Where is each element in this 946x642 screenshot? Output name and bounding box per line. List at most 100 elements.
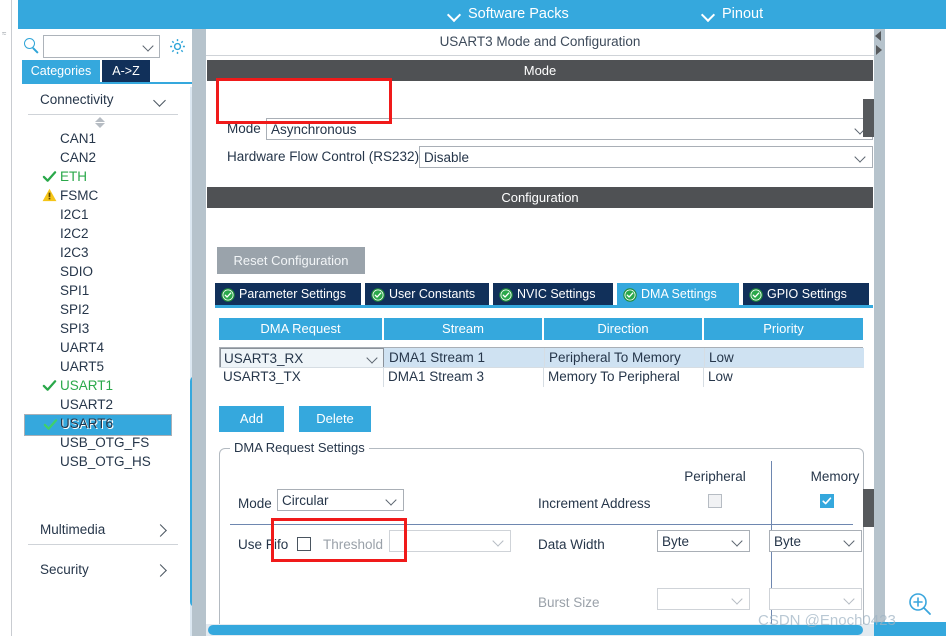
table-row[interactable]: USART3_TX DMA1 Stream 3 Memory To Periph… bbox=[219, 367, 863, 387]
tab-dma-settings[interactable]: DMA Settings bbox=[617, 283, 741, 305]
column-header-dma-request[interactable]: DMA Request bbox=[219, 318, 384, 340]
hardware-flow-control-value: Disable bbox=[424, 150, 470, 165]
search-input[interactable] bbox=[46, 37, 140, 56]
tree-item-usart6[interactable]: USART6 bbox=[22, 414, 188, 433]
tree-item-usb-otg-fs[interactable]: USB_OTG_FS bbox=[22, 433, 188, 452]
tree-item-label: I2C1 bbox=[60, 207, 89, 222]
search-box[interactable] bbox=[43, 35, 160, 58]
tree-item-i2c2[interactable]: I2C2 bbox=[22, 224, 188, 243]
caret-up-icon[interactable] bbox=[95, 117, 105, 122]
tab-user-constants[interactable]: User Constants bbox=[365, 283, 491, 305]
chevron-down-icon[interactable] bbox=[844, 595, 855, 606]
tab-gpio-settings[interactable]: GPIO Settings bbox=[743, 283, 869, 305]
tree-item-can2[interactable]: CAN2 bbox=[22, 148, 188, 167]
tree-group-security[interactable]: Security bbox=[22, 555, 188, 585]
data-width-memory-select[interactable]: Byte bbox=[769, 530, 862, 552]
gear-icon[interactable] bbox=[168, 37, 187, 56]
burst-size-peripheral-select[interactable] bbox=[657, 588, 750, 610]
tab-nvic-settings[interactable]: NVIC Settings bbox=[493, 283, 615, 305]
bottom-margin bbox=[0, 636, 946, 642]
tree-item-label: USB_OTG_FS bbox=[60, 435, 150, 450]
chevron-down-icon[interactable] bbox=[732, 595, 743, 606]
dma-request-cell[interactable]: USART3_TX bbox=[219, 367, 384, 387]
sidebar-tab-underline bbox=[22, 82, 192, 84]
caret-left-icon[interactable] bbox=[875, 31, 881, 41]
column-header-direction[interactable]: Direction bbox=[544, 318, 704, 340]
chevron-right-icon[interactable] bbox=[154, 565, 166, 577]
chevron-down-icon[interactable] bbox=[154, 95, 166, 107]
tree-item-usart2[interactable]: USART2 bbox=[22, 395, 188, 414]
tree-item-label: FSMC bbox=[60, 188, 99, 203]
hardware-flow-control-select[interactable]: Disable bbox=[419, 146, 873, 168]
tree-scroll-spinner[interactable] bbox=[22, 115, 188, 129]
caret-down-icon[interactable] bbox=[95, 123, 105, 128]
tree-item-label: I2C3 bbox=[60, 245, 89, 260]
chevron-down-icon[interactable] bbox=[855, 153, 866, 164]
tree-item-spi1[interactable]: SPI1 bbox=[22, 281, 188, 300]
tree-item-uart4[interactable]: UART4 bbox=[22, 338, 188, 357]
tree-item-label: SDIO bbox=[60, 264, 94, 279]
stream-cell: DMA1 Stream 1 bbox=[385, 348, 545, 368]
burst-size-memory-select[interactable] bbox=[769, 588, 862, 610]
stream-cell: DMA1 Stream 3 bbox=[384, 367, 544, 387]
sidebar-tab-a-to-z[interactable]: A->Z bbox=[102, 60, 150, 82]
increment-address-peripheral-checkbox[interactable] bbox=[708, 494, 722, 508]
dma-mode-select[interactable]: Circular bbox=[277, 489, 404, 511]
dma-request-settings-legend: DMA Request Settings bbox=[230, 440, 369, 455]
dma-request-select[interactable]: USART3_RX bbox=[220, 348, 384, 368]
direction-cell: Peripheral To Memory bbox=[545, 348, 705, 368]
tree-group-multimedia[interactable]: Multimedia bbox=[22, 515, 188, 545]
chevron-down-icon[interactable] bbox=[143, 42, 154, 53]
increment-address-label: Increment Address bbox=[538, 496, 651, 511]
tree-item-usb-otg-hs[interactable]: USB_OTG_HS bbox=[22, 452, 188, 471]
tab-label: User Constants bbox=[389, 287, 476, 301]
warning-icon bbox=[42, 188, 57, 203]
dma-request-cell[interactable]: USART3_RX bbox=[220, 348, 385, 368]
nav-software-packs[interactable]: Software Packs bbox=[448, 0, 569, 29]
reset-configuration-button[interactable]: Reset Configuration bbox=[217, 247, 365, 274]
increment-address-memory-checkbox[interactable] bbox=[820, 494, 834, 508]
tree-item-fsmc[interactable]: FSMC bbox=[22, 186, 188, 205]
chevron-down-icon[interactable] bbox=[386, 496, 397, 507]
nav-pinout-label: Pinout bbox=[722, 6, 764, 22]
scrollbar-block-upper[interactable] bbox=[863, 99, 874, 137]
section-header-configuration: Configuration bbox=[207, 187, 873, 208]
tree-item-usart1[interactable]: USART1 bbox=[22, 376, 188, 395]
chevron-down-icon[interactable] bbox=[732, 537, 743, 548]
threshold-select[interactable] bbox=[389, 530, 511, 552]
scrollbar-block-lower[interactable] bbox=[863, 489, 874, 527]
delete-button[interactable]: Delete bbox=[299, 406, 371, 432]
column-header-priority[interactable]: Priority bbox=[704, 318, 863, 340]
zoom-in-icon[interactable] bbox=[908, 592, 932, 616]
tree-item-uart5[interactable]: UART5 bbox=[22, 357, 188, 376]
main-vertical-scrollbar[interactable] bbox=[863, 29, 885, 624]
tree-item-eth[interactable]: ETH bbox=[22, 167, 188, 186]
tree-item-i2c3[interactable]: I2C3 bbox=[22, 243, 188, 262]
dma-table-header: DMA Request Stream Direction Priority bbox=[219, 318, 863, 340]
tree-item-spi3[interactable]: SPI3 bbox=[22, 319, 188, 338]
data-width-peripheral-value: Byte bbox=[662, 534, 690, 549]
tab-parameter-settings[interactable]: Parameter Settings bbox=[215, 283, 363, 305]
nav-pinout[interactable]: Pinout bbox=[702, 0, 763, 29]
chevron-down-icon[interactable] bbox=[844, 537, 855, 548]
tree-item-label: USB_OTG_HS bbox=[60, 454, 151, 469]
chevron-right-icon[interactable] bbox=[154, 525, 166, 537]
chevron-down-icon[interactable] bbox=[493, 537, 504, 548]
tree-item-sdio[interactable]: SDIO bbox=[22, 262, 188, 281]
divider bbox=[219, 367, 863, 368]
sidebar-main-splitter[interactable] bbox=[192, 29, 206, 642]
right-margin bbox=[885, 29, 946, 622]
sidebar-tab-categories[interactable]: Categories bbox=[22, 60, 100, 82]
chevron-down-icon[interactable] bbox=[367, 354, 378, 365]
column-header-stream[interactable]: Stream bbox=[384, 318, 544, 340]
table-row[interactable]: USART3_RX DMA1 Stream 1 Peripheral To Me… bbox=[219, 347, 864, 368]
chevron-down-icon bbox=[448, 8, 461, 21]
data-width-peripheral-select[interactable]: Byte bbox=[657, 530, 750, 552]
dma-request-value: USART3_RX bbox=[224, 351, 304, 366]
tree-item-can1[interactable]: CAN1 bbox=[22, 129, 188, 148]
add-button[interactable]: Add bbox=[219, 406, 284, 432]
tree-item-spi2[interactable]: SPI2 bbox=[22, 300, 188, 319]
tree-item-i2c1[interactable]: I2C1 bbox=[22, 205, 188, 224]
tree-group-connectivity[interactable]: Connectivity bbox=[22, 85, 188, 115]
caret-right-icon[interactable] bbox=[876, 45, 882, 55]
